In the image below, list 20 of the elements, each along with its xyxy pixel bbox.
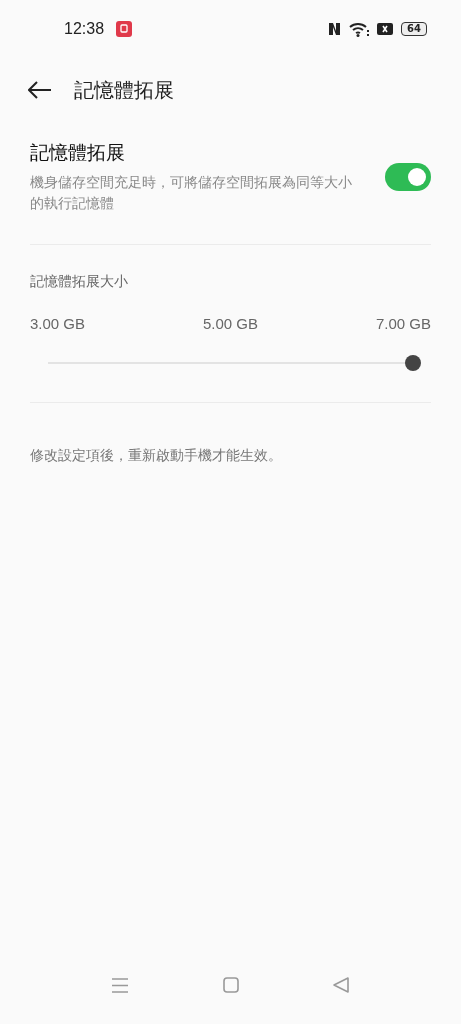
slider-label: 記憶體拓展大小 <box>29 272 129 291</box>
nfc-icon <box>328 22 342 36</box>
tick-label: 3.00 GB <box>30 315 86 332</box>
back-triangle-icon[interactable] <box>333 977 349 993</box>
menu-icon[interactable] <box>112 977 128 993</box>
tick-label: 5.00 GB <box>202 315 258 332</box>
battery-level: 64 <box>401 22 427 36</box>
restart-note: 修改設定項後，重新啟動手機才能生效。 <box>29 446 283 465</box>
status-time: 12:38 <box>64 20 105 38</box>
wifi-icon <box>349 21 370 37</box>
back-arrow-icon[interactable] <box>28 81 52 99</box>
setting-description: 機身儲存空間充足時，可將儲存空間拓展為同等大小的執行記憶體 <box>30 173 353 213</box>
home-square-icon[interactable] <box>222 977 239 993</box>
no-sim-icon <box>377 23 394 35</box>
app-notification-icon <box>116 21 133 37</box>
page-title: 記憶體拓展 <box>74 76 174 104</box>
toggle-switch[interactable] <box>385 163 431 191</box>
tick-label: 7.00 GB <box>375 315 431 332</box>
slider-thumb[interactable] <box>405 355 421 371</box>
setting-title: 記憶體拓展 <box>30 140 126 165</box>
